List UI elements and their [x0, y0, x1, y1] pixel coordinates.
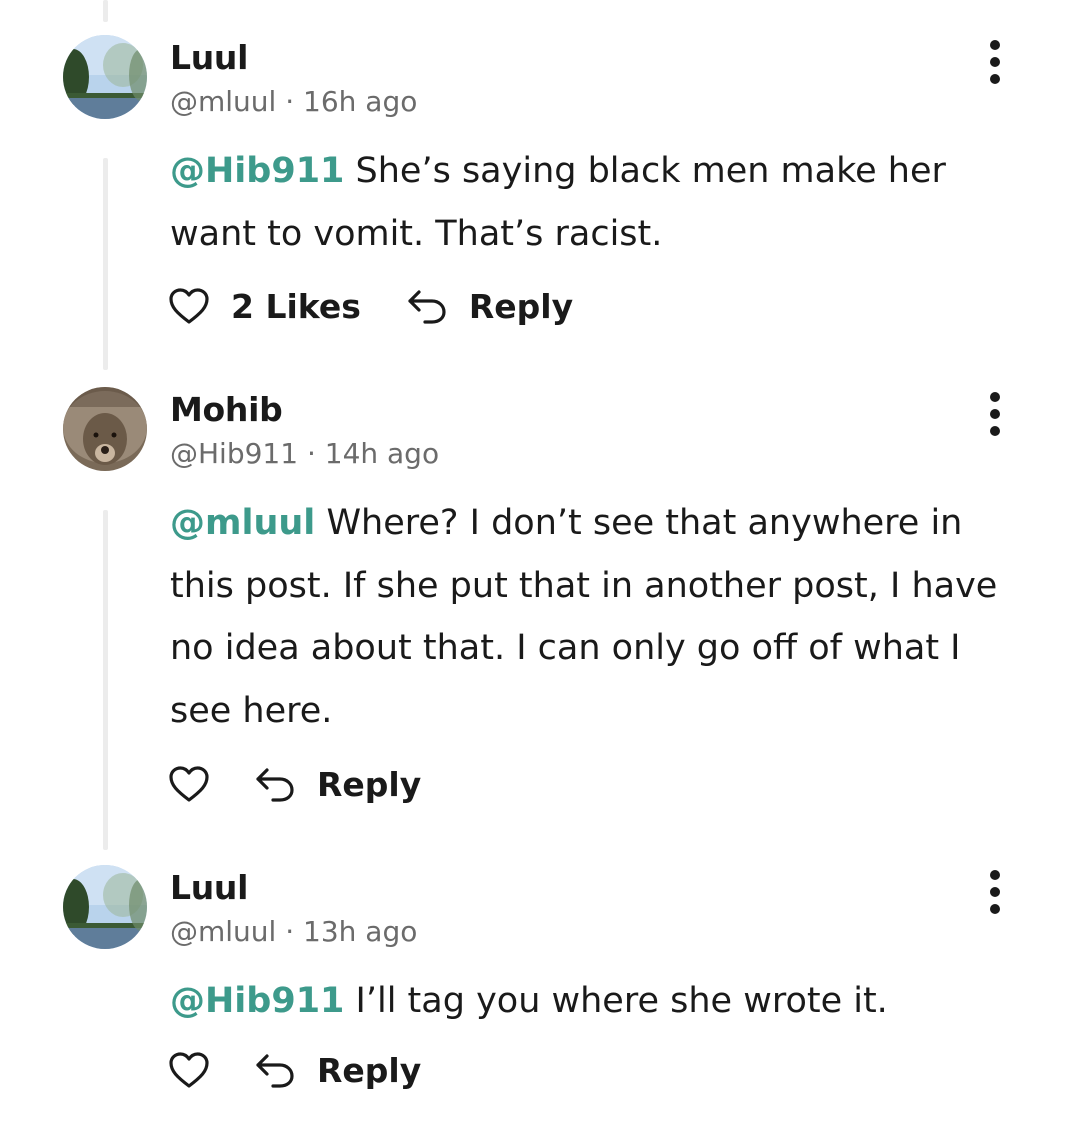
thread-line-2 [103, 510, 108, 850]
thread-line-top [103, 0, 108, 22]
like-button[interactable] [167, 1050, 211, 1090]
reply-button[interactable]: Reply [253, 764, 421, 804]
comment-meta: @mluul · 13h ago [170, 915, 418, 948]
heart-icon [167, 764, 211, 804]
more-vertical-icon[interactable] [980, 392, 1010, 436]
comment-text: I’ll tag you where she wrote it. [344, 981, 888, 1021]
thread-line-1 [103, 158, 108, 370]
comment-actions: Reply [167, 1048, 421, 1092]
reply-arrow-icon [253, 1050, 297, 1090]
comment-body: @mluul Where? I don’t see that anywhere … [170, 492, 1010, 742]
mention-link[interactable]: @Hib911 [170, 981, 344, 1021]
comment-meta: @mluul · 16h ago [170, 85, 418, 118]
mention-link[interactable]: @mluul [170, 503, 315, 543]
reply-arrow-icon [405, 286, 449, 326]
reply-arrow-icon [253, 764, 297, 804]
heart-icon [167, 286, 211, 326]
more-vertical-icon[interactable] [980, 870, 1010, 914]
author-name[interactable]: Luul [170, 868, 248, 907]
reply-label: Reply [317, 764, 422, 804]
like-button[interactable]: 2 Likes [167, 286, 361, 326]
comment-body: @Hib911 She’s saying black men make her … [170, 140, 1010, 265]
author-name[interactable]: Luul [170, 38, 248, 77]
heart-icon [167, 1050, 211, 1090]
comment-actions: Reply [167, 762, 421, 806]
avatar[interactable] [63, 35, 147, 119]
avatar[interactable] [63, 865, 147, 949]
comment-actions: 2 Likes Reply [167, 284, 573, 328]
avatar[interactable] [63, 387, 147, 471]
more-vertical-icon[interactable] [980, 40, 1010, 84]
comment-meta: @Hib911 · 14h ago [170, 437, 440, 470]
author-name[interactable]: Mohib [170, 390, 283, 429]
like-button[interactable] [167, 764, 211, 804]
likes-count: 2 Likes [231, 286, 361, 326]
comment-body: @Hib911 I’ll tag you where she wrote it. [170, 970, 1010, 1033]
reply-label: Reply [317, 1050, 422, 1090]
reply-label: Reply [468, 286, 574, 326]
reply-button[interactable]: Reply [253, 1050, 421, 1090]
mention-link[interactable]: @Hib911 [170, 151, 344, 191]
reply-button[interactable]: Reply [405, 286, 573, 326]
